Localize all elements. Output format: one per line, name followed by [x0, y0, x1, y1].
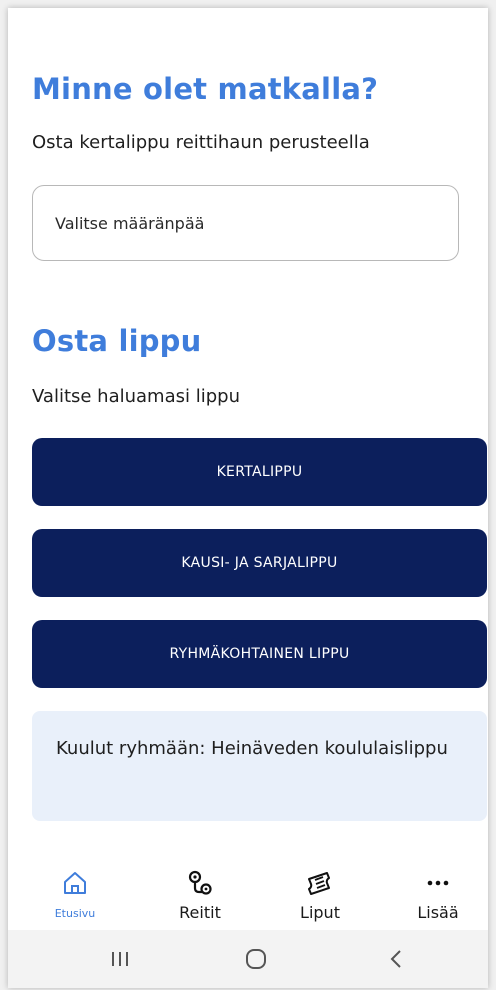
nav-label-lisaa: Lisää — [417, 903, 459, 922]
group-info-box: Kuulut ryhmään: Heinäveden koululaislipp… — [32, 711, 487, 821]
ticket-title: Osta lippu — [32, 324, 202, 358]
bottom-navigation: Etusivu Reitit Liput Lisää — [8, 848, 488, 930]
nav-label-liput: Liput — [300, 903, 340, 922]
device-frame: Minne olet matkalla? Osta kertalippu rei… — [0, 0, 496, 990]
back-icon[interactable] — [376, 944, 416, 974]
nav-item-reitit[interactable]: Reitit — [150, 848, 250, 930]
nav-item-liput[interactable]: Liput — [270, 848, 370, 930]
destination-title: Minne olet matkalla? — [32, 72, 379, 106]
single-ticket-button[interactable]: KERTALIPPU — [32, 438, 487, 506]
recent-apps-icon[interactable] — [100, 944, 140, 974]
home-button-icon[interactable] — [236, 944, 276, 974]
nav-label-etusivu: Etusivu — [54, 907, 96, 920]
destination-input[interactable] — [32, 185, 459, 261]
destination-subtitle: Osta kertalippu reittihaun perusteella — [32, 132, 370, 153]
ticket-subtitle: Valitse haluamasi lippu — [32, 386, 240, 407]
group-ticket-button[interactable]: RYHMÄKOHTAINEN LIPPU — [32, 620, 487, 688]
nav-label-reitit: Reitit — [179, 903, 221, 922]
season-ticket-button[interactable]: KAUSI- JA SARJALIPPU — [32, 529, 487, 597]
group-info-text: Kuulut ryhmään: Heinäveden koululaislipp… — [56, 738, 448, 759]
nav-item-lisaa[interactable]: Lisää — [388, 848, 488, 930]
nav-item-etusivu[interactable]: Etusivu — [25, 848, 125, 930]
app-screen: Minne olet matkalla? Osta kertalippu rei… — [8, 8, 488, 988]
system-navigation-bar — [8, 930, 488, 988]
